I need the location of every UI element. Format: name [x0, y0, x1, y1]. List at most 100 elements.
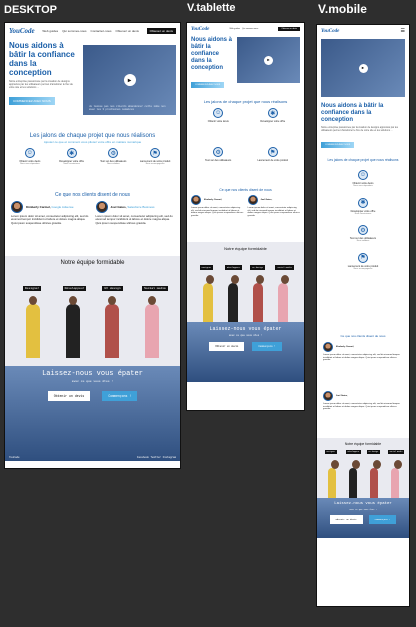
milestone-text: Nous construisons	[354, 212, 372, 215]
gear-icon: ⚙	[357, 225, 368, 235]
people-icon: ☺	[357, 170, 368, 180]
milestone-item: ☺ Obtenir votre devis Nous vous répondons	[12, 148, 49, 186]
logo[interactable]: YouCode	[321, 29, 339, 34]
nav-link[interactable]: Web guides	[42, 29, 58, 33]
people-icon: ☺	[24, 148, 35, 158]
milestone-item: ✱ Développer votre offre Nous construisons	[53, 148, 90, 186]
brain-icon: ✱	[267, 108, 278, 118]
team-member: UX design	[250, 265, 265, 323]
client-quote: Lorem ipsum dolor sit amet, consectetur …	[323, 403, 400, 411]
hero-title: Nous aidons à bâtir la confiance dans la…	[321, 103, 384, 123]
team-title: Notre équipe formidable	[60, 260, 125, 266]
milestone-item: ⚙ Test sur des utilisateurs Nous validons	[331, 225, 395, 243]
milestone-text: Nous construisons	[63, 163, 80, 165]
start-button[interactable]: Commençons !	[368, 515, 397, 524]
footer-social[interactable]: Facebook Twitter Instagram	[137, 456, 176, 459]
flag-icon: ⚑	[357, 252, 368, 263]
team-members: Designer Développeur UX design Social me…	[5, 266, 180, 358]
tablet-label: V.tablette	[187, 2, 236, 14]
member-tag: Designer	[199, 265, 214, 270]
team-members: Designer Développeur UX design Social me…	[317, 446, 409, 498]
clients-list: Kimberly Carmel, Lorem ipsum dolor sit a…	[317, 338, 409, 438]
clients-list: Kimberly Carmel, Lorem ipsum dolor sit a…	[187, 192, 304, 242]
hero-text: Notre entreprise passionnée par la créat…	[321, 126, 398, 132]
milestone-text: Nous vous répondons	[20, 163, 40, 165]
client-name: Joel Gates,	[260, 199, 273, 201]
brain-icon: ✱	[66, 148, 77, 158]
member-tag: Designer	[22, 286, 42, 291]
team-member: Développeur	[62, 286, 87, 358]
logo[interactable]: YouCode	[191, 27, 209, 32]
nav-link[interactable]: Web guides	[230, 28, 241, 30]
footer-buttons: Obtenir un devis Commençons !	[5, 391, 180, 401]
gear-icon: ⚙	[213, 147, 224, 157]
team-member: Social media	[387, 450, 405, 498]
logo[interactable]: YouCode	[9, 27, 35, 35]
milestone-item: ✱ Développer votre offre Nous construisons	[331, 197, 395, 216]
footer-buttons: Obtenir un devis Commençons !	[187, 342, 304, 351]
client-name: Kimberly Carmel,	[204, 199, 222, 201]
avatar	[95, 201, 108, 213]
footer-buttons: Obtenir un devis Commençons !	[317, 515, 409, 524]
hero-video[interactable]: ▶	[237, 37, 300, 83]
quote-button[interactable]: Obtenez un devis	[146, 28, 176, 34]
footer-subtitle: avec ce que vous êtes !	[229, 334, 262, 337]
team-member: UX design	[366, 450, 381, 498]
milestone-label: Obtenir votre devis	[207, 120, 229, 123]
footer-subtitle: avec ce que vous êtes !	[71, 380, 114, 383]
footer-subtitle: avec ce que vous êtes !	[349, 508, 377, 511]
milestone-text: Nous validons	[107, 163, 120, 165]
start-button[interactable]: Commençons !	[102, 391, 138, 401]
quote-button[interactable]: Obtenez un devis	[278, 27, 300, 31]
desktop-nav: YouCode Web guides Qui sommes-nous Conta…	[5, 23, 180, 39]
client-name: Kimberly Carmel,	[336, 346, 354, 348]
milestone-label: Lancement de votre produit	[257, 159, 288, 162]
milestone-text: Nous vous répondons	[353, 185, 373, 187]
member-tag: Social media	[387, 450, 405, 454]
hero-text: Notre entreprise passionnée par la créat…	[9, 80, 73, 89]
member-tag: Développeur	[224, 265, 243, 270]
client-card: Joel Gates, Lorem ipsum dolor sit amet, …	[323, 391, 403, 434]
nav-link[interactable]: Obtenez un devis	[116, 29, 139, 33]
team-section: Notre équipe formidable Designer Dévelop…	[187, 242, 304, 323]
mobile-label: V.mobile	[318, 2, 367, 16]
flag-icon: ⚑	[267, 147, 278, 157]
avatar	[11, 201, 23, 213]
play-icon[interactable]: ▶	[358, 63, 368, 73]
team-member: Développeur	[345, 450, 362, 498]
milestone-label: Développer votre offre	[260, 120, 286, 123]
member-tag: Social media	[275, 265, 294, 270]
quote-button[interactable]: Obtenir un devis	[209, 342, 245, 351]
quote-button[interactable]: Obtenir un devis	[47, 391, 91, 401]
footer-band: Laissez-nous vous épater avec ce que vou…	[187, 322, 304, 382]
start-button[interactable]: COMMENCEZ AVEC NOUS	[191, 82, 225, 88]
nav-link[interactable]: Contactez-nous	[91, 29, 112, 33]
member-tag: Social media	[142, 286, 168, 291]
start-button[interactable]: COMMENCEZ AVEC NOUS	[9, 97, 55, 105]
footer-title: Laissez-nous vous épater	[209, 326, 282, 332]
avatar	[323, 391, 333, 401]
start-button[interactable]: COMMENCEZ AVEC NOUS	[321, 142, 355, 148]
milestones-title: Les jalons de chaque projet que nous réa…	[203, 99, 288, 104]
member-tag: Développeur	[62, 286, 87, 291]
nav-link[interactable]: Qui sommes-nous	[62, 29, 86, 33]
flag-icon: ⚑	[150, 148, 161, 158]
milestone-item: ⚑ Lancement de votre produit Nous accompag…	[331, 252, 395, 271]
footer-logo[interactable]: YouCode	[9, 456, 20, 459]
hero-video[interactable]: ▶	[321, 39, 405, 97]
tablet-nav: YouCode Web guides Qui sommes-nous Obten…	[187, 23, 304, 35]
mobile-mockup: YouCode ☰ ▶ Nous aidons à bâtir la confi…	[316, 24, 410, 607]
hero-video[interactable]: ▶ Je laisse pas nos clients abandonner c…	[83, 45, 176, 115]
play-icon[interactable]: ▶	[123, 74, 136, 86]
team-member: Designer	[22, 286, 42, 358]
start-button[interactable]: Commençons !	[252, 342, 282, 351]
play-icon[interactable]: ▶	[264, 55, 273, 65]
menu-icon[interactable]: ☰	[401, 28, 405, 34]
milestone-item: ⚙ Test sur des utilisateurs	[194, 147, 243, 182]
hero-title: Nous aidons à bâtir la confiance dans la…	[9, 41, 75, 77]
quote-button[interactable]: Obtenir un devis	[329, 515, 363, 524]
video-caption: Je laisse pas nos clients abandonner cet…	[89, 105, 166, 111]
mobile-hero-text: Nous aidons à bâtir la confiance dans la…	[317, 99, 409, 154]
tablet-mockup: YouCode Web guides Qui sommes-nous Obten…	[186, 22, 305, 411]
nav-link[interactable]: Qui sommes-nous	[242, 28, 258, 30]
